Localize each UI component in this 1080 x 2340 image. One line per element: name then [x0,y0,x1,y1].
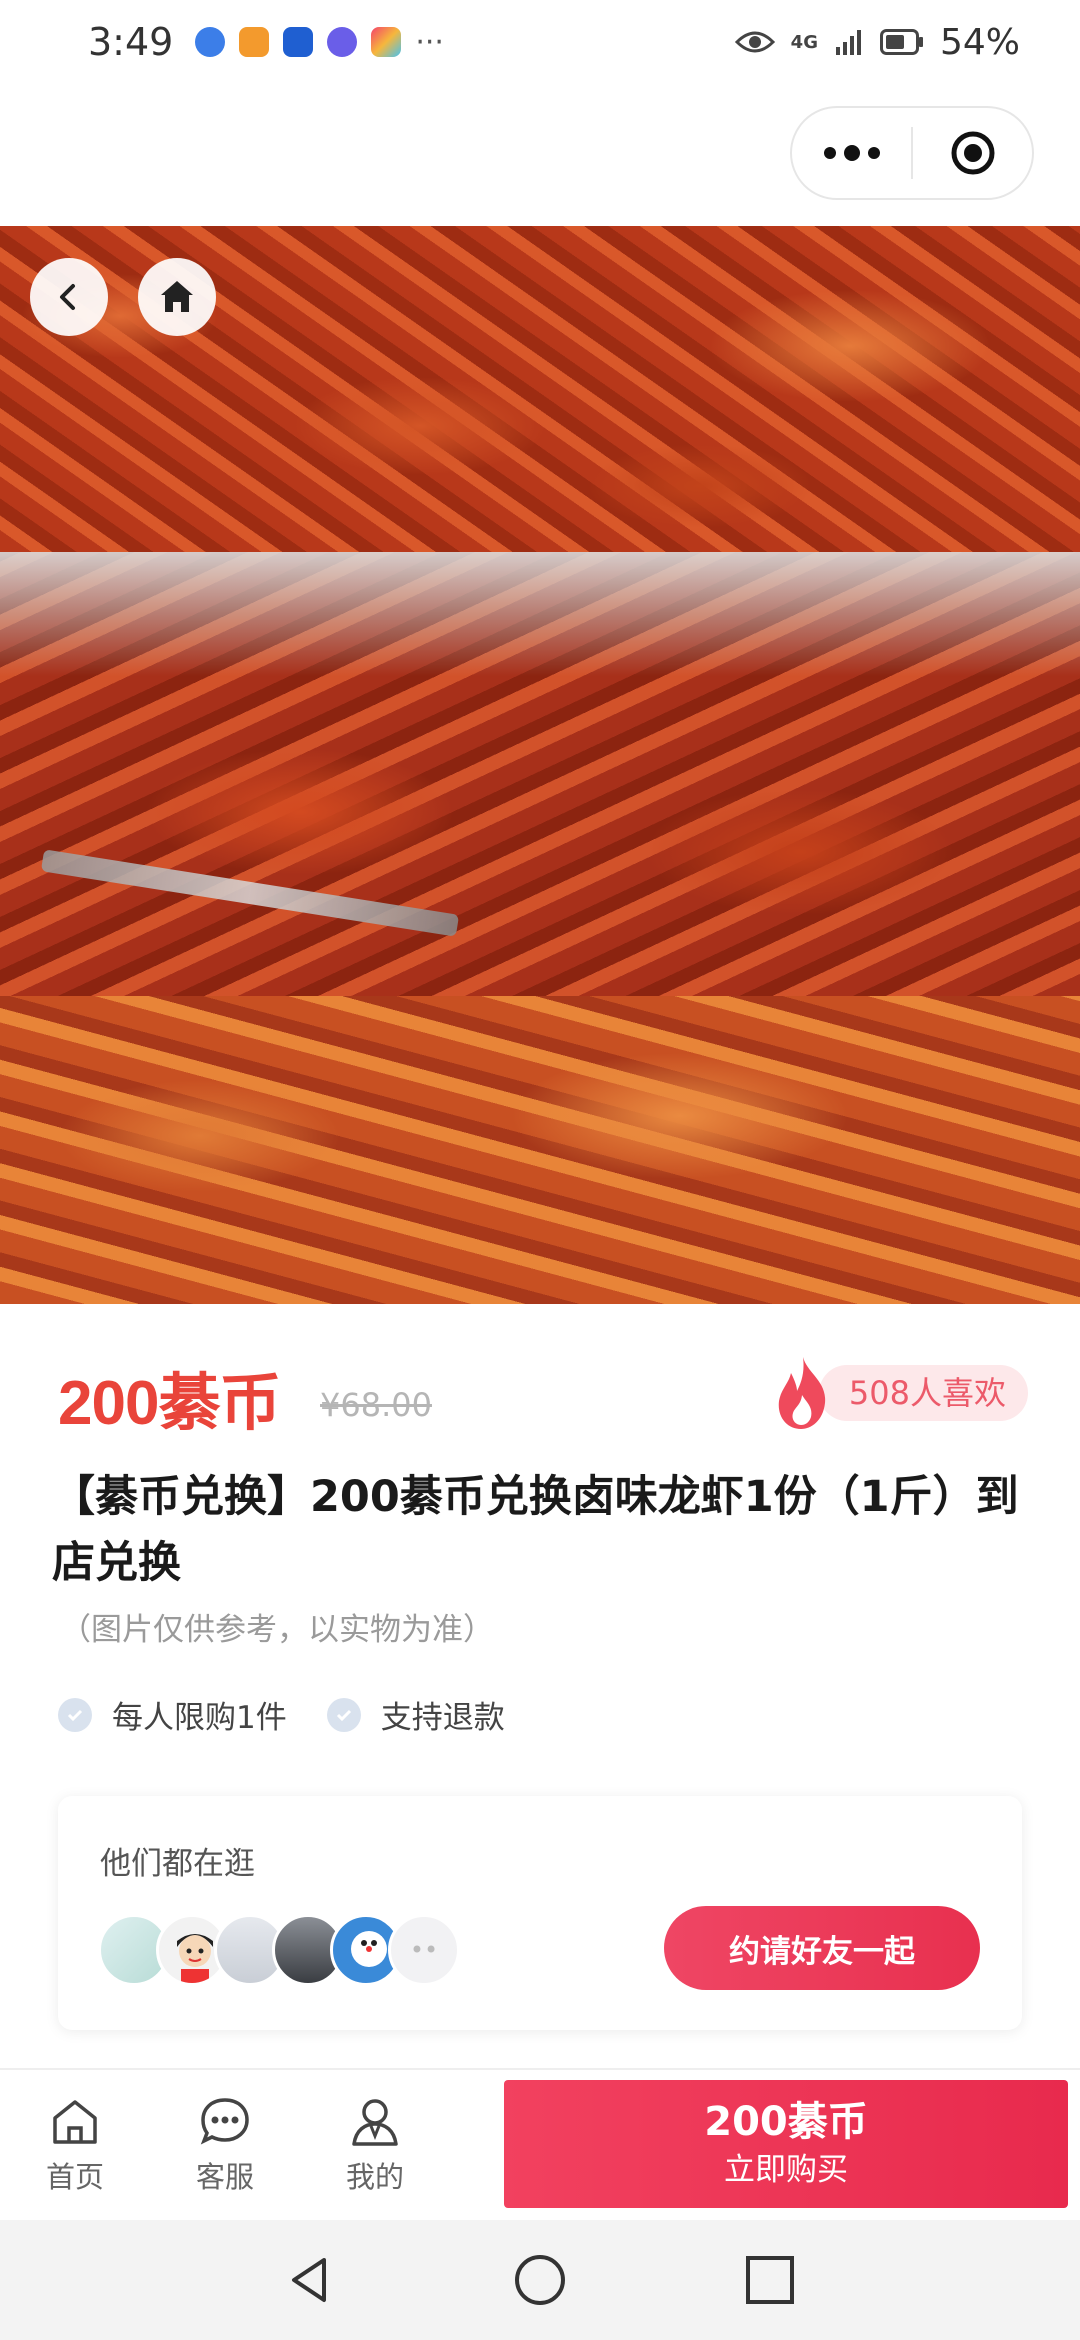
features: 每人限购1件 支持退款 [58,1692,545,1737]
system-home-icon[interactable] [512,2252,568,2308]
battery-icon [879,29,923,55]
image-disclaimer: （图片仅供参考，以实物为准） [60,1612,494,1648]
nav-mine[interactable]: 我的 [320,2096,430,2196]
browser-icon [195,27,226,57]
flame-icon [778,1357,826,1429]
feature-limit: 每人限购1件 [58,1692,287,1737]
crayfish-photo-3 [0,996,1080,1304]
price-row: 200綦币 ¥68.00 508人喜欢 [58,1352,1028,1442]
home-outline-icon [53,2100,97,2144]
nav-home[interactable]: 首页 [20,2096,130,2196]
status-time: 3:49 [88,20,174,64]
video-icon [239,27,270,57]
more-avatars: •• [388,1914,460,1986]
battery-percent: 54% [939,21,1020,63]
nav-home-label: 首页 [45,2160,104,2194]
product-page: 3:49 ··· 4G 54% 200綦币 ¥68.00 508人喜欢 【綦币兑… [0,0,1080,2340]
browsing-card: 他们都在逛 •• 约请好友一起 [58,1796,1022,2030]
feature-refund: 支持退款 [326,1692,505,1737]
back-icon [60,284,75,310]
original-price: ¥68.00 [320,1386,432,1424]
eye-icon [734,31,775,53]
signal-icon [835,30,861,55]
bulb-icon [283,27,314,57]
feature-label: 支持退款 [380,1700,505,1736]
user-icon [352,2099,398,2146]
home-icon [161,281,193,312]
network-type: 4G [790,31,818,53]
bottom-bar: 首页 客服 我的 200綦币 立即购买 [0,2068,1080,2220]
more-options-icon[interactable] [792,145,911,161]
nav-service[interactable]: 客服 [170,2096,280,2196]
likes-badge: 508人喜欢 [771,1357,1028,1429]
likes-count: 508人喜欢 [818,1365,1028,1421]
nav-service-label: 客服 [195,2160,254,2194]
chat-icon [200,2098,249,2145]
browsing-title: 他们都在逛 [100,1846,255,1882]
music-icon [327,27,358,57]
close-miniprogram-icon[interactable] [913,129,1032,177]
check-icon [58,1697,92,1732]
invite-friends-button[interactable]: 约请好友一起 [664,1906,980,1990]
check-icon [326,1697,361,1732]
status-bar: 3:49 ··· 4G 54% [0,0,1080,84]
price: 200綦币 [58,1369,281,1438]
system-back-icon[interactable] [282,2252,338,2308]
back-button[interactable] [30,258,108,336]
home-button[interactable] [138,258,216,336]
buy-now-button[interactable]: 200綦币 立即购买 [504,2080,1068,2208]
app-icon [371,27,402,57]
system-recents-icon[interactable] [742,2252,798,2308]
top-bar [0,84,1080,226]
product-image[interactable] [0,226,1080,1304]
tongs-decoration [40,849,460,937]
nav-mine-label: 我的 [345,2160,404,2194]
product-title: 【綦币兑换】200綦币兑换卤味龙虾1份（1斤）到店兑换 [52,1472,1019,1588]
buy-label: 立即购买 [724,2152,848,2188]
more-notifications-icon: ··· [415,24,444,60]
crayfish-photo-2 [0,552,1080,996]
status-right: 4G 54% [734,21,1020,63]
capsule-menu [790,106,1034,200]
feature-label: 每人限购1件 [112,1700,287,1736]
notification-icons: ··· [195,25,444,60]
buy-price: 200綦币 [704,2099,868,2145]
system-nav-bar [0,2220,1080,2340]
